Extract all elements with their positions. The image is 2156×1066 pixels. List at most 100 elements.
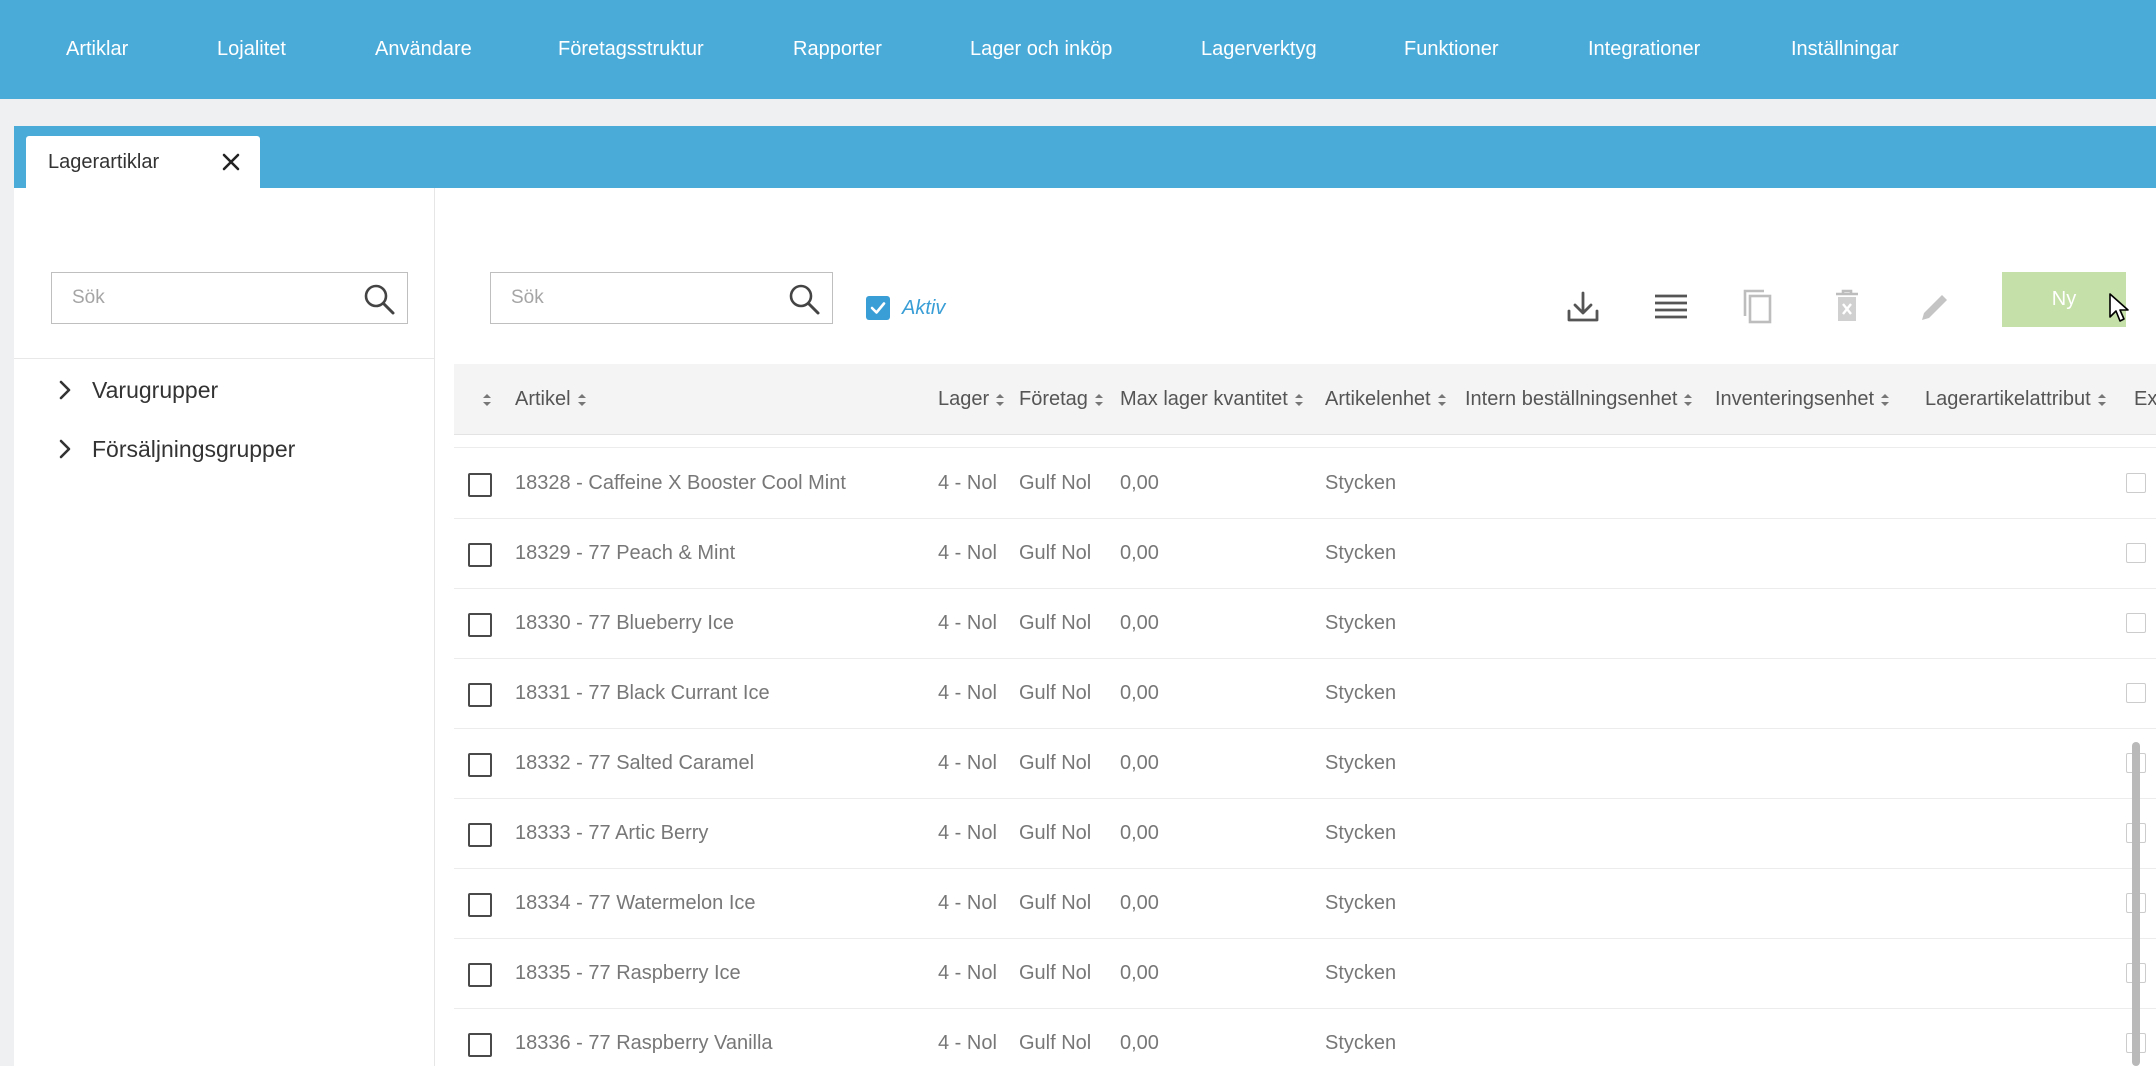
cell-max: 0,00 [1120, 892, 1159, 914]
cell-artikel: 18330 - 77 Blueberry Ice [515, 612, 735, 634]
cell-artikel: 18335 - 77 Raspberry Ice [515, 962, 741, 984]
nav-item-installningar[interactable]: Inställningar [1791, 0, 1899, 99]
tree-item-forsaljningsgrupper[interactable]: Försäljningsgrupper [54, 429, 295, 469]
chevron-right-icon [59, 380, 71, 400]
table-row[interactable]: 18334 - 77 Watermelon Ice 4 - Nol Gulf N… [454, 868, 2156, 939]
cell-artikel: 18333 - 77 Artic Berry [515, 822, 709, 844]
row-checkbox[interactable] [468, 753, 492, 777]
cell-artikel: 18329 - 77 Peach & Mint [515, 542, 736, 564]
tab-label: Lagerartiklar [48, 150, 160, 173]
tree-item-varugrupper[interactable]: Varugrupper [54, 370, 218, 410]
row-checkbox[interactable] [468, 613, 492, 637]
copy-icon[interactable] [1736, 284, 1782, 330]
cell-foretag: Gulf Nol [1019, 752, 1092, 774]
items-grid: Artikel Lager Företag Max lager kvantite… [454, 364, 2156, 1066]
cell-lager: 4 - Nol [938, 962, 997, 984]
cell-foretag: Gulf Nol [1019, 472, 1092, 494]
aktiv-checkbox[interactable] [866, 296, 890, 320]
cell-lager: 4 - Nol [938, 542, 997, 564]
chevron-right-icon [59, 439, 71, 459]
table-row[interactable]: 18328 - Caffeine X Booster Cool Mint 4 -… [454, 448, 2156, 519]
cell-artikelenhet: Stycken [1325, 962, 1397, 984]
row-ex-checkbox[interactable] [2126, 543, 2146, 563]
sidebar-divider [14, 358, 434, 359]
row-checkbox[interactable] [468, 893, 492, 917]
nav-item-artiklar[interactable]: Artiklar [66, 0, 128, 99]
grid-scrollbar[interactable] [2132, 742, 2140, 1066]
cell-artikelenhet: Stycken [1325, 542, 1397, 564]
main-search-input[interactable] [491, 273, 781, 323]
mouse-cursor-icon [2109, 293, 2129, 322]
cell-artikel: 18331 - 77 Black Currant Ice [515, 682, 770, 704]
table-row[interactable]: 18333 - 77 Artic Berry 4 - Nol Gulf Nol … [454, 798, 2156, 869]
cell-artikelenhet: Stycken [1325, 752, 1397, 774]
search-icon[interactable] [787, 282, 821, 316]
tree-item-label: Varugrupper [92, 376, 219, 403]
main-search [490, 272, 833, 324]
row-checkbox[interactable] [468, 1033, 492, 1057]
tree-item-label: Försäljningsgrupper [92, 435, 296, 462]
table-row-partial [454, 364, 2156, 448]
top-navigation: Artiklar Lojalitet Användare Företagsstr… [0, 0, 2156, 99]
cell-max: 0,00 [1120, 962, 1159, 984]
edit-icon[interactable] [1912, 284, 1958, 330]
row-checkbox[interactable] [468, 683, 492, 707]
cell-lager: 4 - Nol [938, 1032, 997, 1054]
nav-item-lager-och-inkop[interactable]: Lager och inköp [970, 0, 1112, 99]
cell-foretag: Gulf Nol [1019, 682, 1092, 704]
cell-artikelenhet: Stycken [1325, 822, 1397, 844]
row-ex-checkbox[interactable] [2126, 683, 2146, 703]
nav-item-integrationer[interactable]: Integrationer [1588, 0, 1700, 99]
download-icon[interactable] [1560, 284, 1606, 330]
row-ex-checkbox[interactable] [2126, 613, 2146, 633]
sidebar-search [51, 272, 408, 324]
cell-artikel: 18336 - 77 Raspberry Vanilla [515, 1032, 773, 1054]
row-checkbox[interactable] [468, 963, 492, 987]
cell-lager: 4 - Nol [938, 892, 997, 914]
search-icon[interactable] [362, 282, 396, 316]
cell-artikelenhet: Stycken [1325, 472, 1397, 494]
row-checkbox[interactable] [468, 823, 492, 847]
cell-lager: 4 - Nol [938, 752, 997, 774]
row-checkbox[interactable] [468, 473, 492, 497]
cell-foretag: Gulf Nol [1019, 962, 1092, 984]
cell-foretag: Gulf Nol [1019, 892, 1092, 914]
sidebar-search-input[interactable] [52, 273, 352, 323]
table-row[interactable]: 18330 - 77 Blueberry Ice 4 - Nol Gulf No… [454, 588, 2156, 659]
cell-max: 0,00 [1120, 612, 1159, 634]
list-icon[interactable] [1648, 284, 1694, 330]
table-row[interactable]: 18332 - 77 Salted Caramel 4 - Nol Gulf N… [454, 728, 2156, 799]
table-row[interactable]: 18329 - 77 Peach & Mint 4 - Nol Gulf Nol… [454, 518, 2156, 589]
cell-lager: 4 - Nol [938, 822, 997, 844]
cell-max: 0,00 [1120, 472, 1159, 494]
close-icon[interactable] [218, 149, 244, 175]
sidebar: Varugrupper Försäljningsgrupper [14, 188, 435, 1066]
nav-item-foretagsstruktur[interactable]: Företagsstruktur [558, 0, 704, 99]
cell-max: 0,00 [1120, 542, 1159, 564]
cell-artikel: 18334 - 77 Watermelon Ice [515, 892, 756, 914]
cell-artikelenhet: Stycken [1325, 892, 1397, 914]
nav-item-funktioner[interactable]: Funktioner [1404, 0, 1499, 99]
cell-foretag: Gulf Nol [1019, 822, 1092, 844]
nav-item-lagerverktyg[interactable]: Lagerverktyg [1201, 0, 1317, 99]
row-ex-checkbox[interactable] [2126, 473, 2146, 493]
cell-artikelenhet: Stycken [1325, 682, 1397, 704]
cell-artikelenhet: Stycken [1325, 1032, 1397, 1054]
aktiv-filter[interactable]: Aktiv [866, 287, 945, 329]
cell-artikel: 18328 - Caffeine X Booster Cool Mint [515, 472, 846, 494]
cell-foretag: Gulf Nol [1019, 542, 1092, 564]
cell-max: 0,00 [1120, 682, 1159, 704]
cell-artikel: 18332 - 77 Salted Caramel [515, 752, 755, 774]
row-checkbox[interactable] [468, 543, 492, 567]
cell-lager: 4 - Nol [938, 472, 997, 494]
table-row[interactable]: 18331 - 77 Black Currant Ice 4 - Nol Gul… [454, 658, 2156, 729]
delete-icon[interactable] [1824, 284, 1870, 330]
aktiv-label: Aktiv [902, 296, 946, 319]
nav-item-anvandare[interactable]: Användare [375, 0, 472, 99]
table-row[interactable]: 18336 - 77 Raspberry Vanilla 4 - Nol Gul… [454, 1008, 2156, 1066]
nav-item-rapporter[interactable]: Rapporter [793, 0, 882, 99]
table-row[interactable]: 18335 - 77 Raspberry Ice 4 - Nol Gulf No… [454, 938, 2156, 1009]
nav-item-lojalitet[interactable]: Lojalitet [217, 0, 286, 99]
tab-lagerartiklar[interactable]: Lagerartiklar [26, 136, 260, 188]
cell-max: 0,00 [1120, 1032, 1159, 1054]
